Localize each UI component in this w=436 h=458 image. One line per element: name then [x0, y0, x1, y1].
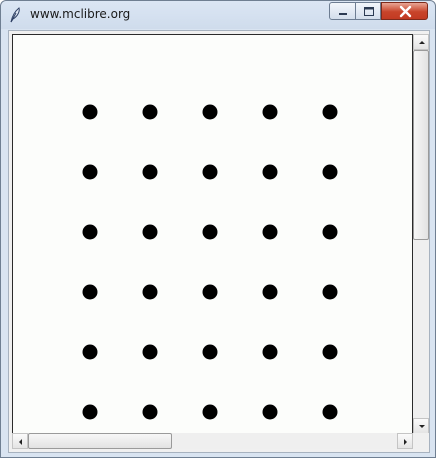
arrow-left-icon [19, 439, 22, 445]
dot [82, 284, 98, 300]
maximize-button[interactable] [355, 2, 381, 20]
dot [262, 104, 278, 120]
scroll-right-button[interactable] [397, 433, 413, 449]
horizontal-scrollbar[interactable] [12, 433, 413, 449]
dot [262, 284, 278, 300]
feather-icon [10, 7, 20, 23]
minimize-button[interactable] [329, 2, 356, 20]
dot [262, 164, 278, 180]
window-client-area [8, 30, 430, 453]
arrow-up-icon [419, 41, 425, 44]
minimize-icon [339, 13, 347, 15]
dot [82, 224, 98, 240]
dot [142, 104, 158, 120]
dot [262, 344, 278, 360]
scroll-left-button[interactable] [12, 433, 28, 449]
dot [142, 344, 158, 360]
dot [142, 164, 158, 180]
dot-grid [82, 104, 338, 420]
window-title: www.mclibre.org [30, 7, 131, 21]
dot [322, 104, 338, 120]
dot [142, 404, 158, 420]
title-bar[interactable]: www.mclibre.org [1, 1, 435, 29]
vertical-scrollbar[interactable] [413, 34, 429, 434]
dot [202, 284, 218, 300]
arrow-right-icon [404, 439, 407, 445]
dot [202, 344, 218, 360]
dot [142, 224, 158, 240]
dot [82, 104, 98, 120]
maximize-icon [364, 7, 374, 16]
scroll-down-button[interactable] [413, 418, 429, 434]
dot [322, 284, 338, 300]
dot [202, 404, 218, 420]
dot [142, 284, 158, 300]
dot [322, 164, 338, 180]
dot [82, 164, 98, 180]
close-icon [399, 5, 412, 18]
dot [322, 404, 338, 420]
dot [82, 404, 98, 420]
dot [82, 344, 98, 360]
dot [262, 224, 278, 240]
dot [202, 104, 218, 120]
close-button[interactable] [381, 2, 428, 20]
drawing-canvas[interactable] [12, 34, 413, 434]
scrollbar-corner [413, 433, 429, 449]
scroll-up-button[interactable] [413, 34, 429, 50]
dot [202, 224, 218, 240]
app-window: www.mclibre.org [0, 0, 436, 458]
vertical-scroll-thumb[interactable] [413, 50, 429, 240]
dot [322, 224, 338, 240]
dot [262, 404, 278, 420]
dot [202, 164, 218, 180]
dot [322, 344, 338, 360]
horizontal-scroll-thumb[interactable] [28, 433, 172, 449]
